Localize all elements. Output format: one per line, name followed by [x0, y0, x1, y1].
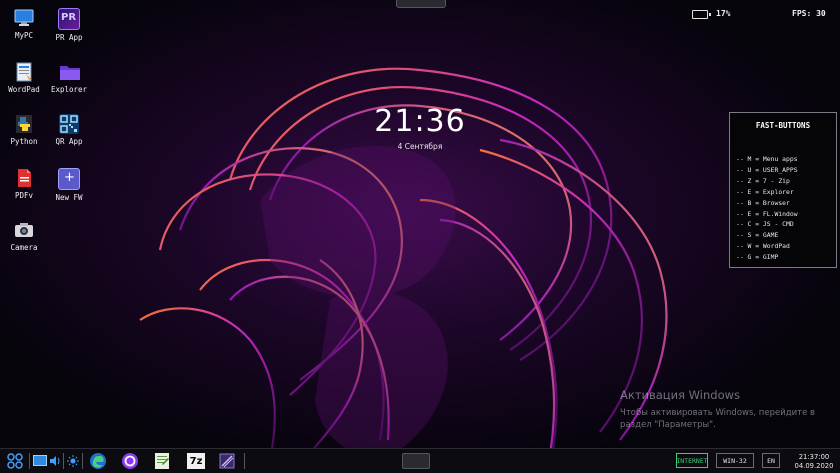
desktop-icon-pdfv[interactable]: PDFv: [0, 168, 48, 200]
fast-button-item: -- Z = 7 - Zip: [736, 176, 790, 185]
sun-icon: [67, 455, 79, 467]
taskbar-time: 21:37:00: [798, 453, 830, 461]
top-drawer-handle[interactable]: [396, 0, 446, 8]
taskbar-center-handle[interactable]: [402, 453, 430, 469]
archive-books-icon: [219, 453, 235, 469]
alice-assistant-icon: [122, 453, 138, 469]
notepad-icon: [155, 453, 169, 469]
taskbar-app-edge[interactable]: [88, 452, 108, 470]
activation-line-1: Чтобы активировать Windows, перейдите в: [620, 408, 816, 418]
taskbar: 7z INTERNET WIN-32 EN 21:37:00 04.09.202…: [0, 448, 840, 473]
start-grid-icon: [7, 453, 23, 469]
language-badge[interactable]: EN: [762, 453, 780, 468]
desktop-icon-label: Explorer: [50, 85, 88, 94]
taskbar-separator: [82, 453, 83, 469]
seven-zip-icon: 7z: [187, 453, 205, 469]
monitor-icon: [14, 8, 34, 28]
fps-counter: FPS: 30: [792, 9, 826, 18]
taskbar-date: 04.09.2020: [794, 461, 834, 470]
taskbar-clock[interactable]: 21:37:00 04.09.2020: [792, 453, 836, 470]
folder-icon: [59, 62, 80, 82]
edge-browser-icon: [90, 453, 106, 469]
pr-app-icon: PR: [58, 8, 80, 30]
activation-message: Чтобы активировать Windows, перейдите в …: [620, 407, 830, 431]
qr-code-icon: [59, 114, 79, 134]
desktop-icon-label: PDFv: [14, 191, 34, 200]
lockscreen-date: 4 Сентября: [397, 142, 443, 151]
pdf-icon: [14, 168, 34, 188]
fast-buttons-list: -- M = Menu apps -- U = USER_APPS -- Z =…: [736, 154, 836, 263]
desktop-icon-label: Python: [10, 137, 38, 146]
fast-button-item: -- U = USER_APPS: [736, 165, 798, 174]
camera-icon: [14, 220, 34, 240]
fast-buttons-panel: FAST-BUTTONS -- M = Menu apps -- U = USE…: [729, 112, 837, 268]
desktop-icon-explorer[interactable]: Explorer: [45, 62, 93, 94]
desktop-icon-label: Camera: [10, 243, 38, 252]
desktop-toggle-button[interactable]: [32, 452, 48, 470]
desktop-icon-label: MyPC: [14, 31, 34, 40]
desktop-icon-mypc[interactable]: MyPC: [0, 8, 48, 40]
battery-icon: [692, 10, 711, 19]
desktop-icon-camera[interactable]: Camera: [0, 220, 48, 252]
desktop-icon-pr-app[interactable]: PR PR App: [45, 8, 93, 42]
taskbar-separator: [63, 453, 64, 469]
desktop-icon-new-fw[interactable]: + New FW: [45, 168, 93, 202]
fast-button-item: -- G = GIMP: [736, 253, 779, 262]
desktop-icon-wordpad[interactable]: WordPad: [0, 62, 48, 94]
lockscreen-time: 21:36: [374, 104, 466, 139]
fast-button-item: -- M = Menu apps: [736, 155, 798, 163]
fast-button-item: -- W = WordPad: [736, 242, 790, 251]
fast-buttons-title: FAST-BUTTONS: [755, 121, 811, 130]
python-icon: [14, 114, 34, 134]
brightness-button[interactable]: [65, 452, 81, 470]
taskbar-app-alice[interactable]: [120, 452, 140, 470]
fast-button-item: -- C = JS - CMD: [736, 220, 794, 229]
wordpad-icon: [14, 62, 34, 82]
activation-watermark: Активация Windows Чтобы активировать Win…: [620, 388, 830, 431]
taskbar-separator: [244, 453, 245, 469]
internet-status-badge[interactable]: INTERNET: [676, 453, 708, 468]
activation-title: Активация Windows: [620, 388, 741, 402]
desktop-icon: [33, 455, 47, 466]
desktop-icon-label: New FW: [55, 193, 83, 202]
desktop-icon-python[interactable]: Python: [0, 114, 48, 146]
new-window-icon: +: [58, 168, 80, 190]
taskbar-app-notepad[interactable]: [152, 452, 172, 470]
platform-badge[interactable]: WIN-32: [716, 453, 754, 468]
desktop-icon-qr-app[interactable]: QR App: [45, 114, 93, 146]
volume-button[interactable]: [48, 452, 62, 470]
taskbar-app-winrar[interactable]: [216, 452, 238, 470]
desktop-icon-label: QR App: [55, 137, 83, 146]
taskbar-separator: [29, 453, 30, 469]
fast-button-item: -- E = FL.Window: [736, 209, 798, 218]
activation-line-2: раздел "Параметры".: [620, 420, 716, 430]
desktop-icon-label: PR App: [55, 33, 83, 42]
taskbar-app-7zip[interactable]: 7z: [185, 452, 207, 470]
fast-button-item: -- B = Browser: [736, 198, 790, 207]
fast-button-item: -- S = GAME: [736, 231, 779, 240]
fast-button-item: -- E = Explorer: [736, 187, 794, 196]
speaker-icon: [50, 456, 60, 466]
battery-percent: 17%: [716, 9, 731, 18]
start-menu-button[interactable]: [4, 452, 26, 470]
desktop-icon-label: WordPad: [8, 85, 40, 94]
